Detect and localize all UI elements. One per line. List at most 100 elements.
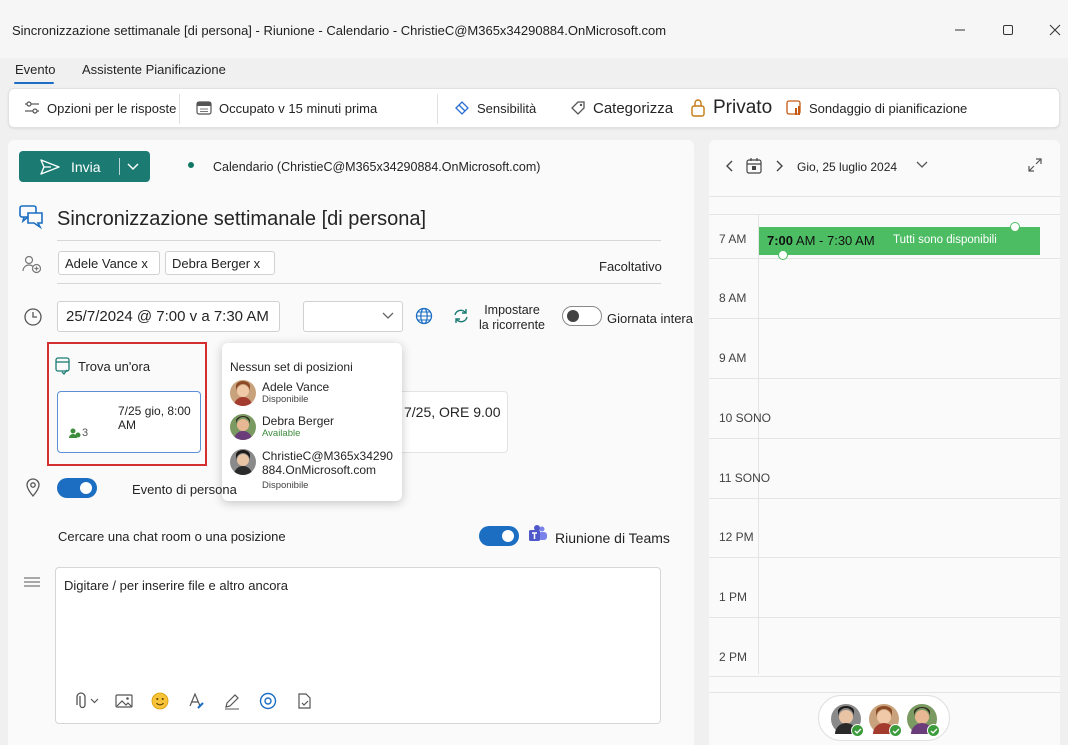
- chat-bubbles-icon: [19, 205, 43, 229]
- subject-input[interactable]: Sincronizzazione settimanale [di persona…: [57, 208, 426, 231]
- tab-assistente-pianificazione[interactable]: Assistente Pianificazione: [82, 62, 226, 77]
- datetime-picker[interactable]: 25/7/2024 @ 7:00 v a 7:30 AM: [57, 301, 280, 332]
- send-icon: [40, 158, 60, 175]
- categorize-button[interactable]: Categorizza: [569, 89, 673, 127]
- calendar-busy-icon: [196, 101, 212, 115]
- suggested-time-slot[interactable]: 7/25 gio, 8:00 AM 3: [57, 391, 201, 453]
- avatar: [230, 414, 256, 440]
- person-name: Debra Berger: [262, 414, 335, 428]
- copilot-button[interactable]: [250, 690, 286, 712]
- avatar: [230, 449, 256, 475]
- person-status: Available: [262, 428, 301, 439]
- attendee-avatar[interactable]: [907, 704, 940, 737]
- scheduling-poll-icon: [786, 100, 801, 115]
- scheduling-poll-button[interactable]: Sondaggio di pianificazione: [785, 89, 967, 127]
- active-tab-indicator: [14, 82, 54, 84]
- optional-attendees-link[interactable]: Facoltativo: [599, 259, 662, 274]
- expand-icon[interactable]: [1027, 157, 1043, 173]
- hour-line: [709, 318, 1060, 319]
- chevron-right-icon[interactable]: [773, 158, 785, 174]
- suggested-time-slot[interactable]: 7/25, ORE 9.00: [398, 391, 508, 453]
- attendee-avatars: [818, 695, 950, 741]
- emoji-button[interactable]: [142, 690, 178, 712]
- event-time: 7:00 AM - 7:30 AM: [767, 233, 875, 248]
- attendees-underline: [57, 283, 661, 284]
- send-label: Invia: [71, 158, 101, 175]
- response-options-icon: [25, 101, 39, 114]
- hour-label: 8 AM: [719, 291, 747, 305]
- calendar-date-label[interactable]: Gio, 25 luglio 2024: [797, 160, 897, 174]
- body-toolbar: [70, 690, 322, 712]
- sensitivity-button[interactable]: Sensibilità: [453, 89, 536, 127]
- calendar-event[interactable]: 7:00 AM - 7:30 AM Tutti sono disponibili: [759, 227, 1040, 255]
- slot-time: 7/25, ORE 9.00: [404, 404, 501, 420]
- minimize-button[interactable]: [937, 14, 983, 46]
- hour-label: 1 PM: [719, 590, 748, 604]
- event-time-range: AM - 7:30 AM: [793, 233, 875, 248]
- chevron-left-icon[interactable]: [724, 158, 736, 174]
- format-button[interactable]: [178, 690, 214, 712]
- recurrence-button[interactable]: Impostare la ricorrente: [478, 303, 546, 333]
- available-check-icon: [889, 724, 902, 737]
- location-input[interactable]: Cercare una chat room o una posizione: [58, 529, 286, 544]
- response-options-button[interactable]: Opzioni per le risposte: [23, 89, 176, 127]
- hour-line: [709, 557, 1060, 558]
- attendee-avatar[interactable]: [869, 704, 902, 737]
- popup-title: Nessun set di posizioni: [230, 360, 353, 374]
- attach-button[interactable]: [70, 690, 106, 712]
- hour-label: 2 PM: [719, 650, 748, 664]
- attendee-chip[interactable]: Adele Vance x: [58, 251, 160, 275]
- maximize-button[interactable]: [985, 14, 1031, 46]
- response-options-label: Opzioni per le risposte: [47, 100, 177, 116]
- chevron-down-icon[interactable]: [126, 161, 140, 171]
- chevron-down-icon: [382, 312, 394, 319]
- more-apps-button[interactable]: [286, 690, 322, 712]
- slot-attendee-count: 3: [82, 427, 89, 439]
- event-resize-handle[interactable]: [778, 250, 788, 260]
- all-day-label: Giornata intera: [607, 311, 693, 326]
- location-pin-icon: [26, 478, 40, 498]
- hour-line: [709, 214, 1060, 215]
- send-divider: [119, 158, 120, 175]
- close-window-button[interactable]: [1032, 14, 1068, 46]
- attendee-avatar[interactable]: [831, 704, 864, 737]
- private-button[interactable]: Privato: [689, 89, 772, 127]
- available-check-icon: [927, 724, 940, 737]
- slot-time: 7/25 gio, 8:00 AM: [118, 404, 191, 432]
- send-button[interactable]: Invia: [19, 151, 150, 182]
- calendar-selector[interactable]: Calendario (ChristieC@M365x34290884.OnMi…: [213, 160, 540, 174]
- popup-person: ChristieC@M365x34290 884.OnMicrosoft.com…: [230, 449, 393, 492]
- event-status: Tutti sono disponibili: [893, 234, 997, 246]
- event-resize-handle[interactable]: [1010, 222, 1020, 232]
- attendee-chip[interactable]: Debra Berger x: [165, 251, 275, 275]
- teams-meeting-toggle[interactable]: [479, 526, 519, 546]
- hour-line: [709, 692, 1060, 693]
- timezone-dropdown[interactable]: [303, 301, 403, 332]
- busy-reminder-button[interactable]: Occupato v 15 minuti prima: [195, 89, 377, 127]
- insert-picture-button[interactable]: [106, 690, 142, 712]
- hour-label: 11 SONO: [719, 471, 771, 485]
- window-title: Sincronizzazione settimanale [di persona…: [12, 23, 667, 38]
- globe-icon[interactable]: [414, 306, 434, 326]
- avatar: [230, 380, 256, 406]
- hour-line: [709, 617, 1060, 618]
- emoji-icon: [151, 692, 169, 710]
- signature-button[interactable]: [214, 690, 250, 712]
- tab-evento[interactable]: Evento: [15, 62, 55, 77]
- person-status: Disponibile: [262, 394, 309, 405]
- hour-line: [709, 438, 1060, 439]
- hour-label: 12 PM: [719, 530, 754, 544]
- in-person-toggle[interactable]: [57, 478, 97, 498]
- hour-line: [709, 378, 1060, 379]
- find-time-label[interactable]: Trova un'ora: [78, 359, 150, 374]
- event-time-start: 7:00: [767, 233, 794, 248]
- pen-icon: [225, 694, 239, 710]
- today-calendar-icon[interactable]: [745, 157, 763, 175]
- all-day-toggle[interactable]: [562, 306, 602, 326]
- maximize-icon: [1003, 25, 1013, 35]
- recurrence-icon[interactable]: [451, 306, 471, 326]
- loop-icon: [259, 692, 277, 710]
- chevron-down-icon[interactable]: [915, 160, 929, 170]
- time-gutter-line: [758, 214, 759, 674]
- hour-line: [709, 498, 1060, 499]
